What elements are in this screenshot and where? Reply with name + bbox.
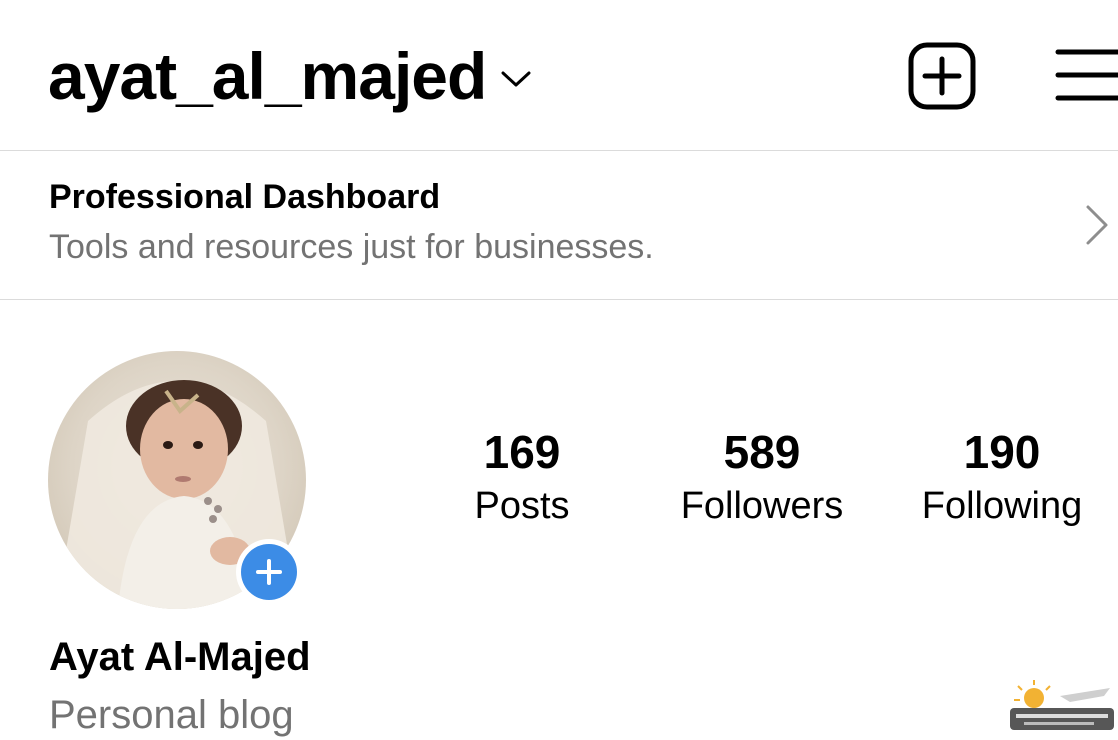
chevron-right-icon: [1086, 205, 1108, 245]
display-name: Ayat Al-Majed: [49, 635, 311, 679]
dashboard-title: Professional Dashboard: [49, 178, 441, 216]
dashboard-divider: [0, 299, 1118, 300]
plus-icon: [256, 559, 282, 585]
stat-value: 169: [483, 426, 561, 478]
stat-value: 190: [963, 426, 1041, 478]
chevron-down-icon: [501, 71, 531, 87]
watermark-logo: [1010, 680, 1114, 730]
stat-posts[interactable]: 169 Posts: [412, 424, 632, 532]
username: ayat_al_majed: [48, 39, 487, 113]
profile-picture[interactable]: [48, 351, 306, 609]
stat-label: Followers: [680, 485, 844, 527]
dashboard-subtitle: Tools and resources just for businesses.: [49, 228, 654, 266]
account-switcher[interactable]: ayat_al_majed: [48, 36, 532, 116]
add-story-badge: [241, 544, 297, 600]
profile-category: Personal blog: [49, 693, 294, 737]
stat-following[interactable]: 190 Following: [892, 424, 1112, 532]
plus-square-icon[interactable]: [908, 42, 976, 110]
stat-label: Following: [921, 485, 1083, 527]
profile-screen: ayat_al_majed Professional Dashboard Too…: [0, 0, 1118, 740]
stat-label: Posts: [474, 485, 570, 527]
add-story-button[interactable]: [236, 539, 302, 605]
stat-followers[interactable]: 589 Followers: [652, 424, 872, 532]
profile-header: ayat_al_majed: [0, 0, 1118, 150]
stat-value: 589: [723, 426, 801, 478]
professional-dashboard-row[interactable]: Professional Dashboard Tools and resourc…: [0, 151, 1118, 299]
hamburger-menu-icon[interactable]: [1055, 47, 1118, 103]
